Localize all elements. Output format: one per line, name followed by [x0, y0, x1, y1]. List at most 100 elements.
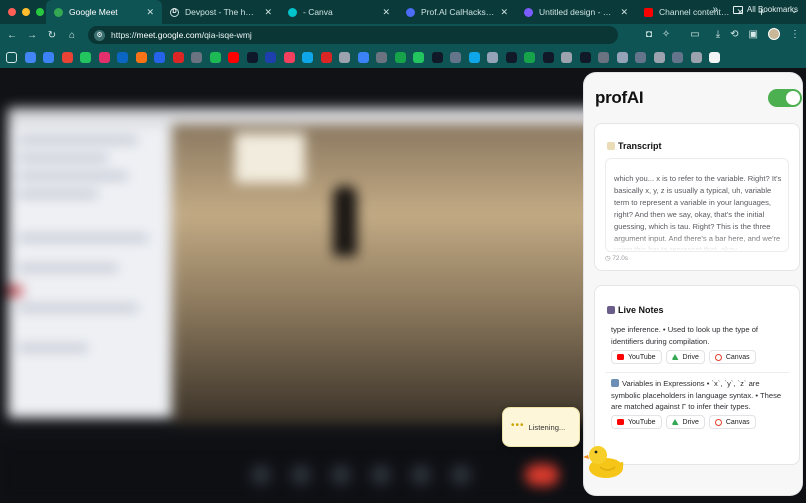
bookmark-favicon-icon[interactable]: [357, 51, 369, 63]
address-bar[interactable]: ⚙ https://meet.google.com/qia-isqe-wmj: [88, 26, 618, 44]
lecturer-figure: [333, 186, 357, 256]
bookmark-favicon-icon[interactable]: [154, 51, 165, 63]
drive-icon: [671, 354, 679, 360]
bookmark-favicon-icon[interactable]: [61, 51, 73, 63]
sync-icon[interactable]: ⟲: [730, 29, 738, 40]
leave-call-button[interactable]: [525, 464, 559, 486]
note-item-1-links: YouTube Drive Canvas: [611, 350, 756, 364]
raise-hand-button[interactable]: [450, 464, 472, 486]
forward-arrow-icon[interactable]: →: [22, 30, 42, 41]
canvas-link-chip[interactable]: Canvas: [708, 415, 756, 429]
minimize-window-button[interactable]: [22, 8, 30, 16]
bookmark-favicon-icon[interactable]: [191, 51, 202, 63]
tab-devpost[interactable]: D Devpost - The home for ha ✕: [162, 0, 280, 24]
bookmark-favicon-icon[interactable]: [283, 51, 295, 63]
bookmark-favicon-icon[interactable]: [468, 51, 480, 63]
listening-toggle[interactable]: [768, 89, 802, 107]
close-window-button[interactable]: [8, 8, 16, 16]
note-item-2-text: Variables in Expressions • `x`, `y`, `z`…: [611, 378, 783, 413]
bookmark-favicon-icon[interactable]: [135, 51, 147, 63]
cast-icon[interactable]: ▭: [690, 29, 699, 40]
bookmark-favicon-icon[interactable]: [524, 51, 535, 63]
close-tab-icon[interactable]: ✕: [382, 7, 390, 18]
brand-title: profAI: [595, 88, 644, 107]
notes-scroll-area[interactable]: type inference. • Used to look up the ty…: [605, 316, 789, 438]
bookmark-favicon-icon[interactable]: [616, 51, 628, 63]
bookmark-favicon-icon[interactable]: [542, 51, 554, 63]
youtube-link-chip[interactable]: YouTube: [611, 415, 662, 429]
close-tab-icon[interactable]: ✕: [146, 7, 154, 18]
bookmark-favicon-icon[interactable]: [450, 51, 461, 63]
bookmark-favicon-icon[interactable]: [561, 51, 572, 63]
youtube-icon: [617, 419, 624, 425]
more-bookmarks-chevron-icon[interactable]: »: [712, 4, 718, 15]
bookmark-favicon-icon[interactable]: [209, 51, 221, 63]
bookmark-favicon-icon[interactable]: [228, 51, 239, 63]
tab-profai-calhacks[interactable]: Prof.AI CalHacks 12.0 - D ✕: [398, 0, 516, 24]
site-info-icon[interactable]: ⚙: [94, 29, 105, 41]
meet-icon: [54, 7, 63, 17]
live-notes-card: Live Notes type inference. • Used to loo…: [594, 285, 800, 465]
camera-button[interactable]: [290, 464, 312, 486]
address-url[interactable]: https://meet.google.com/qia-isqe-wmj: [111, 30, 252, 40]
download-icon[interactable]: ⤓: [716, 29, 720, 40]
reload-icon[interactable]: ↻: [42, 30, 62, 41]
bookmark-favicon-icon[interactable]: [43, 51, 54, 63]
tab-canva[interactable]: - Canva ✕: [280, 0, 398, 24]
browser-menu-kebab-icon[interactable]: ⋮: [790, 29, 800, 40]
bookmark-favicon-icon[interactable]: [505, 51, 517, 63]
home-icon[interactable]: ⌂: [62, 30, 82, 41]
close-tab-icon[interactable]: ✕: [620, 7, 628, 18]
bookmark-favicon-icon[interactable]: [635, 51, 646, 63]
bookmark-favicon-icon[interactable]: [302, 51, 313, 63]
apps-grid-icon[interactable]: [6, 51, 17, 63]
bookmark-favicon-icon[interactable]: [709, 51, 720, 63]
bookmark-favicon-icon[interactable]: [653, 51, 665, 63]
bookmark-favicon-icon[interactable]: [487, 51, 498, 63]
tab-title: Untitled design - Video: [539, 7, 615, 17]
bookmark-favicon-icon[interactable]: [265, 51, 276, 63]
drive-link-chip[interactable]: Drive: [665, 350, 705, 364]
bookmark-favicon-icon[interactable]: [394, 51, 406, 63]
rubber-duck-mascot-icon[interactable]: [582, 440, 626, 480]
all-bookmarks-button[interactable]: All Bookmarks: [732, 5, 798, 14]
back-arrow-icon[interactable]: ←: [2, 30, 22, 41]
bookmark-favicon-icon[interactable]: [246, 51, 258, 63]
bookmark-favicon-icon[interactable]: [339, 51, 350, 63]
bookmark-favicon-icon[interactable]: [80, 51, 91, 63]
captions-button[interactable]: [330, 464, 352, 486]
youtube-link-chip[interactable]: YouTube: [611, 350, 662, 364]
all-bookmarks-label: All Bookmarks: [746, 5, 798, 14]
bookmark-favicon-icon[interactable]: [172, 51, 184, 63]
bookmark-favicon-icon[interactable]: [598, 51, 609, 63]
canvas-link-chip[interactable]: Canvas: [708, 350, 756, 364]
tab-title: Channel content - YouTub: [659, 7, 730, 17]
canvas-icon: [714, 353, 722, 361]
profile-avatar[interactable]: [768, 28, 780, 40]
close-tab-icon[interactable]: ✕: [264, 7, 272, 18]
present-button[interactable]: [410, 464, 432, 486]
drive-link-chip[interactable]: Drive: [665, 415, 705, 429]
note-item-2-links: YouTube Drive Canvas: [611, 415, 756, 429]
mic-button[interactable]: [250, 464, 272, 486]
extensions-puzzle-icon[interactable]: ✧: [662, 29, 670, 40]
bookmark-favicon-icon[interactable]: [98, 51, 110, 63]
tab-google-meet[interactable]: Google Meet ✕: [46, 0, 162, 24]
bookmark-favicon-icon[interactable]: [376, 51, 387, 63]
close-tab-icon[interactable]: ✕: [500, 7, 508, 18]
bookmark-favicon-icon[interactable]: [690, 51, 702, 63]
youtube-icon: [644, 7, 653, 17]
shield-extension-icon[interactable]: ◘: [646, 29, 652, 40]
transcript-scroll-area[interactable]: which you... x is to refer to the variab…: [605, 158, 789, 252]
bookmark-favicon-icon[interactable]: [413, 51, 424, 63]
bookmark-favicon-icon[interactable]: [24, 51, 36, 63]
maximize-window-button[interactable]: [36, 8, 44, 16]
bookmark-favicon-icon[interactable]: [117, 51, 128, 63]
bookmark-favicon-icon[interactable]: [431, 51, 443, 63]
tab-untitled-design[interactable]: Untitled design - Video ✕: [516, 0, 636, 24]
bookmark-favicon-icon[interactable]: [320, 51, 332, 63]
emoji-button[interactable]: [370, 464, 392, 486]
bookmark-favicon-icon[interactable]: [672, 51, 683, 63]
tab-layout-icon[interactable]: ▣: [749, 29, 758, 40]
bookmark-favicon-icon[interactable]: [579, 51, 591, 63]
